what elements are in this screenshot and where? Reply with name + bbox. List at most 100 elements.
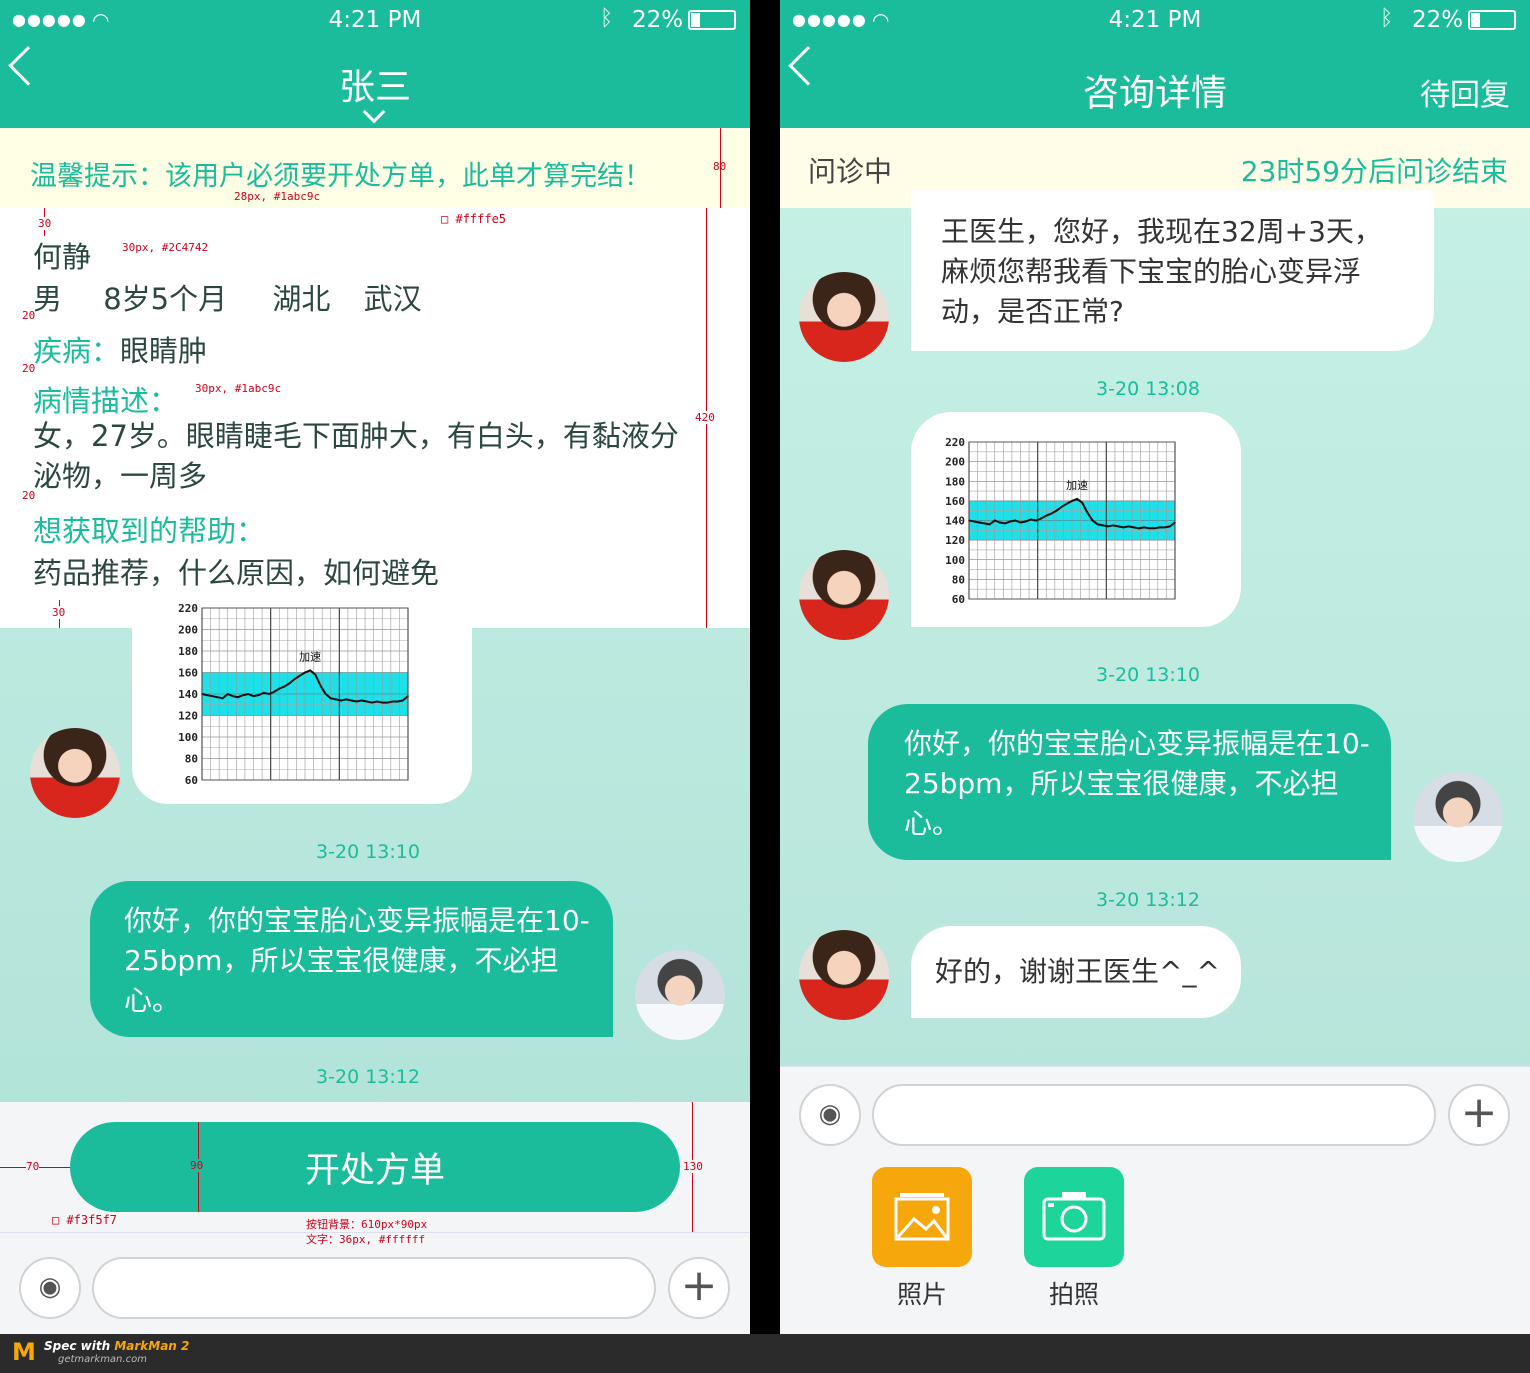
- consult-status: 问诊中: [808, 155, 893, 188]
- fhr-point: [401, 699, 404, 702]
- fhr-point: [247, 693, 250, 695]
- fhr-point: [1112, 524, 1115, 527]
- annotation: 80: [713, 160, 727, 173]
- fhr-point: [1024, 520, 1027, 523]
- y-tick-label: 220: [178, 602, 198, 615]
- plus-icon[interactable]: +: [668, 1257, 730, 1319]
- fhr-point: [999, 521, 1001, 524]
- chart-bubble[interactable]: 220 200 180 160 140 120 100 80 60 加速: [132, 600, 472, 804]
- fhr-point: [978, 521, 981, 524]
- fhr-point: [1050, 512, 1053, 515]
- patient-name: 何静: [33, 240, 92, 274]
- y-tick-label: 200: [178, 624, 198, 637]
- left-screen: ●●●●● ◠ 4:21 PM ᛒ 22% 张三 温馨提示：该用户必须要开处方单…: [0, 0, 750, 1334]
- photo-button[interactable]: [872, 1167, 972, 1267]
- patient-city: 武汉: [363, 282, 422, 316]
- fhr-point: [216, 696, 219, 699]
- plus-icon[interactable]: +: [1448, 1084, 1510, 1146]
- fhr-point: [1029, 518, 1032, 521]
- chart-bubble[interactable]: 220 200 180 160 140 120 100 80 60 加速: [911, 412, 1241, 627]
- prescribe-button[interactable]: 开处方单: [70, 1122, 680, 1212]
- timestamp: 3-20 13:10: [1096, 664, 1200, 686]
- doctor-avatar[interactable]: [635, 950, 725, 1040]
- fhr-point: [1004, 522, 1006, 525]
- footer-brand: Spec with MarkMan 2: [44, 1339, 189, 1353]
- patient-gender: 男: [33, 282, 63, 316]
- y-tick-label: 80: [952, 573, 965, 586]
- annotation: 20: [22, 362, 36, 375]
- patient-avatar[interactable]: [799, 272, 889, 362]
- photo-label: 照片: [896, 1280, 947, 1309]
- footer-url: getmarkman.com: [58, 1354, 147, 1365]
- annotation: 按钮背景：610px*90px: [306, 1218, 428, 1231]
- doctor-message[interactable]: 你好，你的宝宝胎心变异振幅是在10-25bpm，所以宝宝很健康，不必担心。: [868, 704, 1391, 860]
- status-action[interactable]: 待回复: [1420, 70, 1510, 114]
- status-bar: ●●●●● ◠ 4:21 PM ᛒ 22%: [0, 0, 750, 40]
- disease-value: 眼睛肿: [120, 334, 208, 368]
- countdown: 23时59分后问诊结束: [1240, 155, 1508, 188]
- fhr-point: [983, 522, 986, 525]
- fhr-point: [381, 701, 384, 704]
- acceleration-label: 加速: [299, 650, 321, 663]
- fhr-point: [1138, 527, 1140, 530]
- voice-icon[interactable]: ◉: [799, 1084, 861, 1146]
- photo-icon: [894, 1193, 950, 1241]
- patient-meta: 男 8岁5个月 湖北 武汉: [33, 276, 422, 318]
- fhr-point: [355, 700, 358, 703]
- annotation-value: #ffffe5: [455, 212, 507, 226]
- patient-message[interactable]: 王医生，您好，我现在32周+3天，麻烦您帮我看下宝宝的胎心变异浮动，是否正常?: [911, 190, 1434, 351]
- fhr-point: [1132, 526, 1135, 529]
- footer-brand-name: MarkMan 2: [114, 1339, 190, 1353]
- fhr-point: [376, 700, 378, 703]
- fhr-point: [345, 698, 348, 701]
- fhr-point: [391, 700, 394, 703]
- doctor-message[interactable]: 你好，你的宝宝胎心变异振幅是在10-25bpm，所以宝宝很健康，不必担心。: [90, 881, 613, 1037]
- bluetooth-icon: ᛒ: [1380, 6, 1394, 31]
- help-label: 想获取到的帮助：: [33, 514, 266, 548]
- fhr-point: [1055, 509, 1058, 512]
- patient-avatar[interactable]: [799, 550, 889, 640]
- doctor-avatar[interactable]: [1413, 772, 1503, 862]
- fhr-point: [371, 701, 373, 704]
- y-tick-label: 80: [185, 753, 198, 766]
- patient-avatar[interactable]: [799, 930, 889, 1020]
- camera-label: 拍照: [1048, 1280, 1099, 1309]
- y-tick-label: 140: [945, 515, 965, 528]
- y-tick-label: 60: [952, 593, 965, 606]
- patient-avatar[interactable]: [30, 728, 120, 818]
- acceleration-label: 加速: [1066, 479, 1088, 492]
- battery-percent: 22%: [1412, 7, 1464, 33]
- fhr-point: [1127, 525, 1130, 528]
- annotation: □ #ffffe5: [441, 212, 507, 226]
- fhr-point: [1065, 502, 1068, 505]
- annotation: 130: [683, 1160, 703, 1173]
- battery-icon: [1468, 10, 1516, 30]
- annotation: 20: [22, 489, 36, 502]
- annotation: 30px, #1abc9c: [195, 382, 282, 395]
- fhr-point: [365, 700, 368, 703]
- fhr-point: [211, 695, 214, 698]
- disease-label: 疾病：: [33, 334, 121, 368]
- patient-message[interactable]: 好的，谢谢王医生^_^: [911, 926, 1241, 1018]
- fhr-point: [350, 699, 353, 702]
- fhr-point: [262, 692, 265, 694]
- input-bar: ◉ +: [0, 1232, 750, 1334]
- message-input[interactable]: [872, 1084, 1436, 1146]
- annotation: 420: [695, 411, 715, 424]
- fhr-point: [273, 690, 275, 693]
- fhr-point: [1107, 525, 1109, 528]
- fhr-point: [1081, 501, 1084, 504]
- message-input[interactable]: [92, 1257, 656, 1319]
- fetal-heart-chart: 220 200 180 160 140 120 100 80 60 加速: [945, 436, 1176, 606]
- fhr-point: [319, 684, 322, 687]
- fhr-point: [1163, 526, 1166, 529]
- annotation: □ #f3f5f7: [52, 1213, 118, 1227]
- voice-icon[interactable]: ◉: [19, 1257, 81, 1319]
- fhr-point: [1148, 527, 1151, 530]
- fhr-point: [386, 701, 389, 704]
- camera-button[interactable]: [1024, 1167, 1124, 1267]
- fhr-point: [1014, 519, 1017, 522]
- fetal-heart-chart: 220 200 180 160 140 120 100 80 60 加速: [178, 602, 409, 787]
- fhr-point: [1060, 505, 1063, 508]
- fhr-point: [993, 519, 996, 522]
